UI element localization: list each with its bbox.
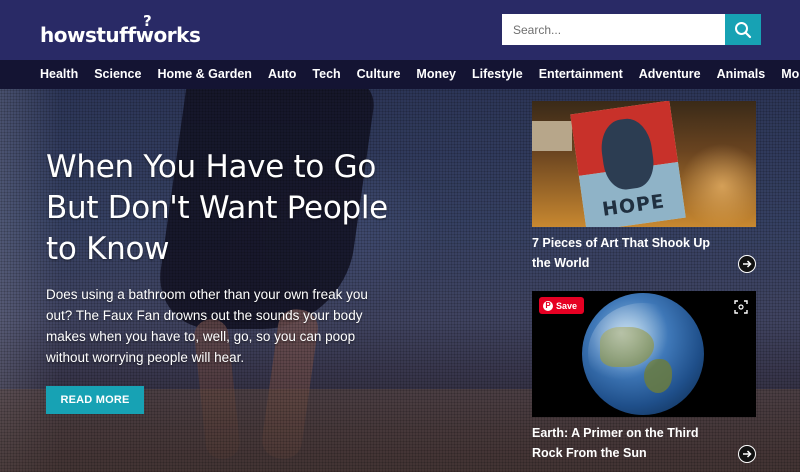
nav-item-science[interactable]: Science <box>94 66 141 82</box>
earth-image <box>582 293 704 415</box>
nav-item-more[interactable]: More <box>781 66 800 82</box>
site-header: howstuffworks ? <box>0 0 800 60</box>
nav-item-adventure[interactable]: Adventure <box>639 66 701 82</box>
nav-item-money[interactable]: Money <box>416 66 456 82</box>
category-nav: Health Science Home & Garden Auto Tech C… <box>0 60 800 89</box>
card-title[interactable]: 7 Pieces of Art That Shook Up the World <box>532 233 732 273</box>
nav-more-label: More <box>781 67 800 81</box>
logo-text: howstuffworks <box>40 23 201 47</box>
card-arrow-button[interactable] <box>738 255 756 273</box>
search-bar <box>502 14 761 45</box>
nav-item-health[interactable]: Health <box>40 66 78 82</box>
pinterest-icon: P <box>543 300 553 311</box>
nav-item-home-garden[interactable]: Home & Garden <box>157 66 251 82</box>
nav-item-tech[interactable]: Tech <box>312 66 340 82</box>
logo-question-mark-icon: ? <box>143 12 152 30</box>
visual-search-icon[interactable] <box>734 300 748 314</box>
read-more-button[interactable]: READ MORE <box>46 386 144 414</box>
nav-item-animals[interactable]: Animals <box>717 66 766 82</box>
arrow-right-icon <box>743 450 752 458</box>
card-image[interactable]: P Save <box>532 291 756 417</box>
search-input[interactable] <box>502 14 725 45</box>
nav-item-entertainment[interactable]: Entertainment <box>539 66 623 82</box>
nav-item-lifestyle[interactable]: Lifestyle <box>472 66 523 82</box>
hope-poster: HOPE <box>570 101 686 227</box>
search-button[interactable] <box>725 14 761 45</box>
hero-title[interactable]: When You Have to Go But Don't Want Peopl… <box>46 147 426 270</box>
save-label: Save <box>556 300 578 311</box>
nav-item-culture[interactable]: Culture <box>357 66 401 82</box>
search-icon <box>735 21 752 38</box>
pinterest-save-button[interactable]: P Save <box>539 297 585 314</box>
nav-item-auto[interactable]: Auto <box>268 66 296 82</box>
card-image[interactable]: HOPE <box>532 101 756 227</box>
arrow-right-icon <box>743 260 752 268</box>
card-arrow-button[interactable] <box>738 445 756 463</box>
nav-list: Health Science Home & Garden Auto Tech C… <box>40 66 800 82</box>
hero-description: Does using a bathroom other than your ow… <box>46 287 368 365</box>
card-title[interactable]: Earth: A Primer on the Third Rock From t… <box>532 423 732 463</box>
